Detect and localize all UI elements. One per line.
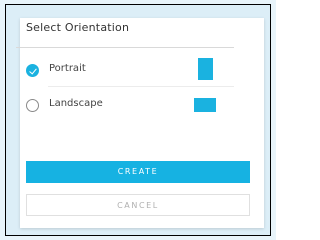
option-divider [48,86,234,87]
portrait-radio[interactable] [26,64,39,77]
title-divider [16,47,234,48]
portrait-label: Portrait [49,63,86,74]
page-background: Select Orientation Portrait Landscape CR… [0,0,276,240]
landscape-label: Landscape [49,98,103,109]
cancel-button[interactable]: CANCEL [26,194,250,216]
option-landscape[interactable]: Landscape [16,96,234,118]
create-button[interactable]: CREATE [26,161,250,183]
dialog-title: Select Orientation [26,21,130,34]
landscape-page-icon [194,98,216,112]
portrait-page-icon [198,58,213,80]
landscape-radio[interactable] [26,99,39,112]
option-portrait[interactable]: Portrait [16,58,234,83]
